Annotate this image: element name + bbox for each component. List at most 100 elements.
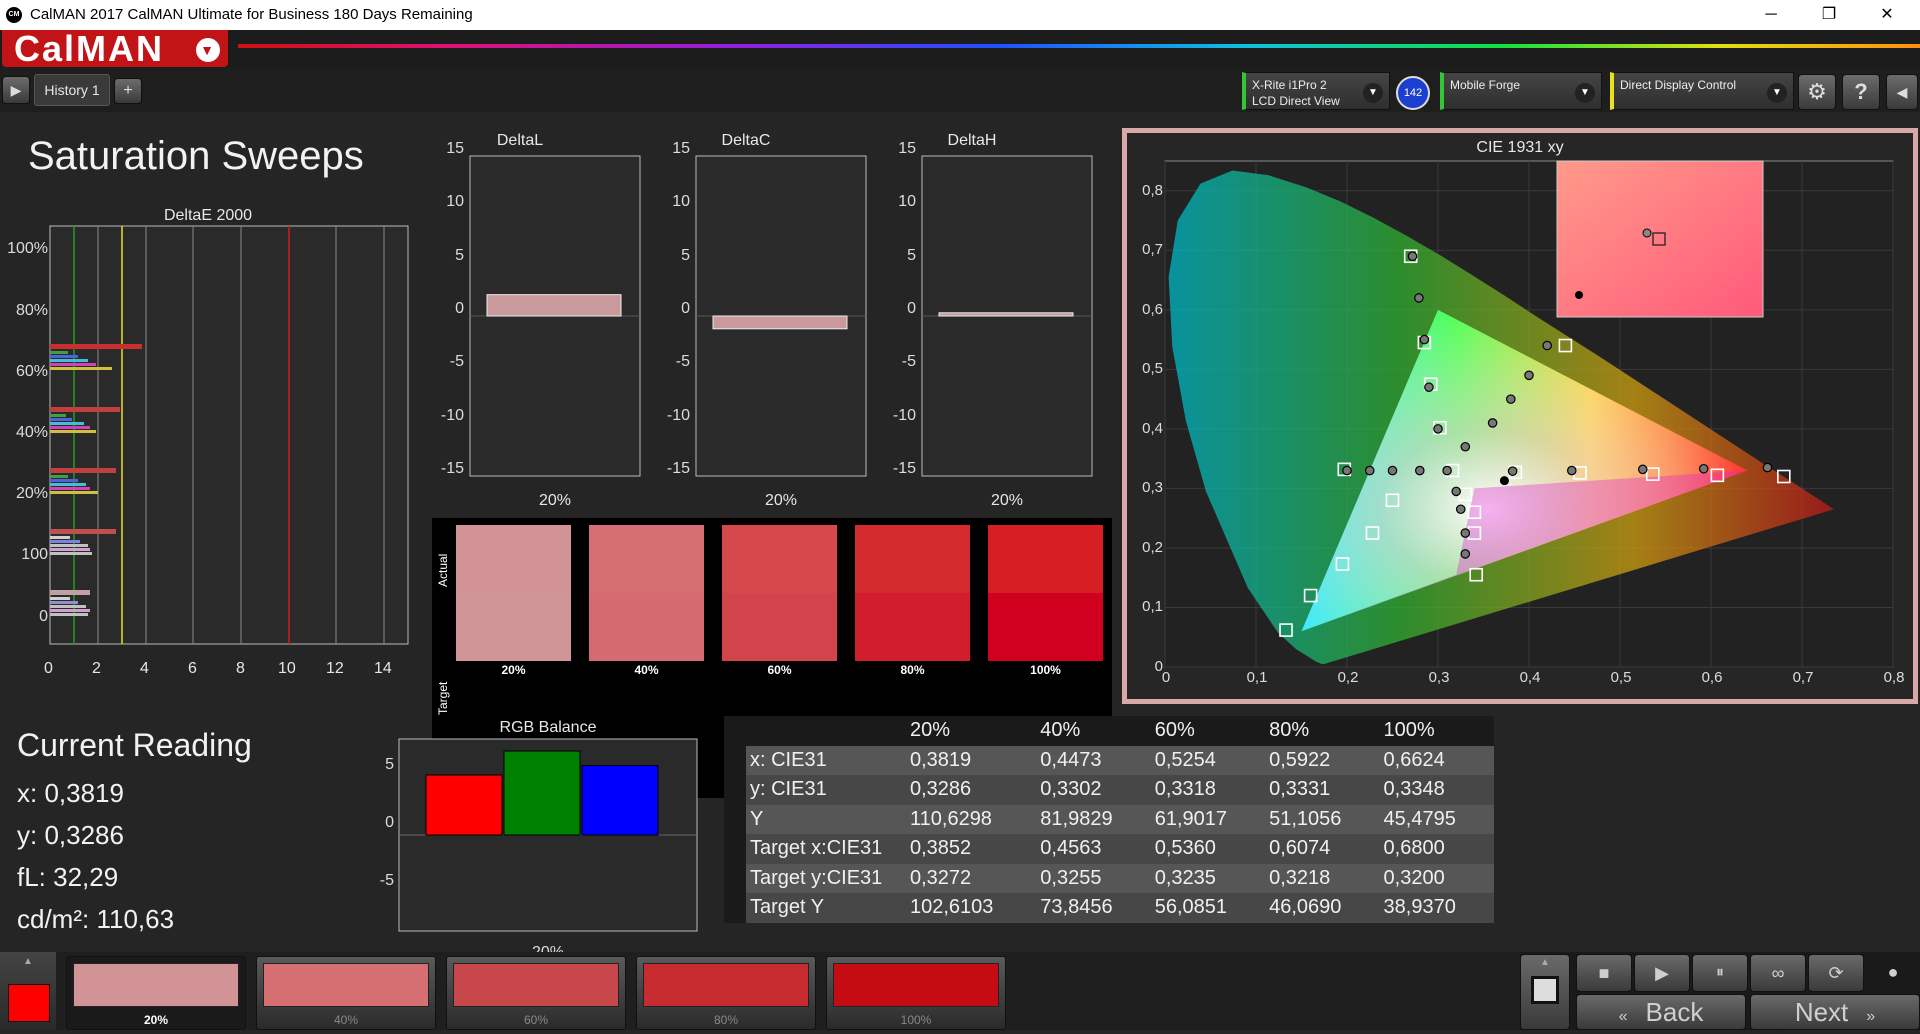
collapse-panel-icon[interactable]: ◀ xyxy=(1886,74,1918,110)
bottom-swatch-button[interactable]: 40% xyxy=(256,956,436,1030)
refresh-icon[interactable]: ⟳ xyxy=(1808,954,1864,992)
delta-ytick: -15 xyxy=(892,459,916,477)
swatch-label: 20% xyxy=(501,663,526,677)
deltae-chart xyxy=(49,225,409,645)
cie-xtick: 0,3 xyxy=(1428,669,1450,686)
table-cell: 46,0690 xyxy=(1265,893,1380,923)
cie-panel: CIE 1931 xy 0 0,1 0,2 0,3 0,4 0,5 0,6 0,7 0,8 0 0,… xyxy=(1122,128,1918,704)
delta-ytick: 5 xyxy=(455,246,464,264)
delta-ytick: -5 xyxy=(675,353,690,371)
table-header: 100% xyxy=(1379,716,1494,746)
table-cell: 0,3272 xyxy=(906,863,1037,893)
close-button[interactable]: ✕ xyxy=(1858,0,1916,30)
stop-icon[interactable]: ■ xyxy=(1576,954,1632,992)
bottom-swatch-button[interactable]: 80% xyxy=(636,956,816,1030)
rgb-plot xyxy=(398,738,698,932)
table-row: x: CIE31 0,3819 0,4473 0,5254 0,5922 0,6624 xyxy=(724,745,1494,775)
cie-ytick: 0,8 xyxy=(1142,181,1163,199)
swatch-actual xyxy=(722,525,837,593)
bottom-swatch-label: 60% xyxy=(523,1013,549,1027)
delta-ytick: 5 xyxy=(907,246,916,264)
spectrum-bar xyxy=(238,44,1920,48)
bottom-swatch-button[interactable]: 20% xyxy=(66,956,246,1030)
chevron-down-icon: ▼ xyxy=(1363,83,1383,103)
stop-square-icon xyxy=(1531,976,1559,1004)
cie-xtick: 0,6 xyxy=(1701,669,1723,686)
swatch-label: 60% xyxy=(767,663,792,677)
more-icon[interactable]: ● xyxy=(1866,954,1920,992)
delta-xtick: 20% xyxy=(538,492,572,509)
chevron-down-icon: ▼ xyxy=(196,38,220,62)
reading-luminance: cd/m²: 110,63 xyxy=(17,904,175,934)
next-button[interactable]: Next » xyxy=(1750,994,1920,1030)
meter-selector[interactable]: X-Rite i1Pro 2 LCD Direct View ▼ xyxy=(1242,72,1390,110)
deltae-xtick: 0 xyxy=(44,660,53,677)
delta-ytick: 10 xyxy=(898,193,916,211)
minimize-button[interactable]: ─ xyxy=(1742,0,1800,30)
bottom-swatch-button[interactable]: 100% xyxy=(826,956,1006,1030)
delta-xtick: 20% xyxy=(990,492,1024,509)
chevron-up-icon[interactable]: ▲ xyxy=(18,956,38,970)
deltae-yaxis: 100% 80% 60% 40% 20% 100 0 xyxy=(0,224,48,644)
table-cell: 38,9370 xyxy=(1379,893,1494,923)
cie-ytick: 0,3 xyxy=(1142,479,1163,497)
deltae-xtick: 10 xyxy=(278,660,296,677)
rgb-bar-g xyxy=(503,750,581,836)
swatch-actual xyxy=(855,525,970,593)
display-selector[interactable]: Direct Display Control ▼ xyxy=(1610,72,1794,110)
gear-icon[interactable]: ⚙ xyxy=(1798,74,1836,110)
delta-ytick: 15 xyxy=(898,140,916,157)
calman-menu-button[interactable]: CalMAN ▼ xyxy=(2,30,228,67)
table-row: Target y:CIE31 0,3272 0,3255 0,3235 0,3218 0,… xyxy=(724,863,1494,893)
bottom-swatch-color xyxy=(833,963,999,1007)
page-title: Saturation Sweeps xyxy=(28,134,364,178)
delta-yaxis: 15 10 5 0 -5 -10 -15 xyxy=(430,140,470,528)
stop-capture-button[interactable]: ▲ xyxy=(1520,954,1570,1030)
table-cell: 0,5922 xyxy=(1265,745,1380,775)
deltae-ytick: 80% xyxy=(15,302,48,319)
help-icon[interactable]: ? xyxy=(1842,74,1880,110)
bottom-swatch-label: 100% xyxy=(900,1013,932,1027)
table-cell: 0,6074 xyxy=(1265,834,1380,864)
back-label: Back xyxy=(1645,997,1704,1027)
bottom-swatch-button[interactable]: 60% xyxy=(446,956,626,1030)
row-label: Y xyxy=(746,804,906,834)
restore-button[interactable]: ❐ xyxy=(1800,0,1858,30)
rgb-ytick: 5 xyxy=(385,756,394,773)
table-header-row: 20% 40% 60% 80% 100% xyxy=(724,716,1494,746)
next-label: Next xyxy=(1794,997,1849,1027)
swatch-target xyxy=(456,593,571,661)
table-cell: 45,4795 xyxy=(1379,804,1494,834)
step-icon[interactable]: ⏸ xyxy=(1692,954,1748,992)
add-tab-button[interactable]: + xyxy=(114,78,142,104)
current-color-swatch xyxy=(8,984,50,1022)
delta-ytick: 0 xyxy=(681,299,690,317)
tab-history-1[interactable]: History 1 xyxy=(34,74,110,106)
delta-chart-title: DeltaL xyxy=(496,132,544,149)
cie-ytick: 0,1 xyxy=(1142,598,1163,616)
swatch-actual xyxy=(988,525,1103,593)
cie-xtick: 0,7 xyxy=(1792,669,1814,686)
continuous-icon[interactable]: ∞ xyxy=(1750,954,1806,992)
source-selector[interactable]: Mobile Forge ▼ xyxy=(1440,72,1602,110)
bottom-swatch-color xyxy=(73,963,239,1007)
rgb-balance-title: RGB Balance xyxy=(499,719,597,736)
table-cell: 0,3235 xyxy=(1150,863,1266,893)
table-cell: 0,5360 xyxy=(1150,834,1266,864)
deltae-xtick: 4 xyxy=(140,660,149,677)
back-button[interactable]: « Back xyxy=(1576,994,1746,1030)
table-cell: 0,3852 xyxy=(906,834,1037,864)
delta-ytick: 0 xyxy=(907,299,916,317)
swatch-label: 100% xyxy=(1030,663,1061,677)
play-workflow-icon[interactable]: ▶ xyxy=(2,76,30,104)
play-icon[interactable]: ▶ xyxy=(1634,954,1690,992)
source-name: Mobile Forge xyxy=(1450,78,1521,92)
meter-badge[interactable]: 142 xyxy=(1396,76,1430,110)
table-row: Target x:CIE31 0,3852 0,4563 0,5360 0,6074 0,… xyxy=(724,834,1494,864)
delta-chart-title: DeltaH xyxy=(947,132,997,149)
table-row: Y 110,6298 81,9829 61,9017 51,1056 45,4795 xyxy=(724,804,1494,834)
table-cell: 56,0851 xyxy=(1150,893,1266,923)
table-cell: 0,5254 xyxy=(1150,745,1266,775)
delta-ytick: -15 xyxy=(666,459,690,477)
bottom-swatch-color xyxy=(453,963,619,1007)
